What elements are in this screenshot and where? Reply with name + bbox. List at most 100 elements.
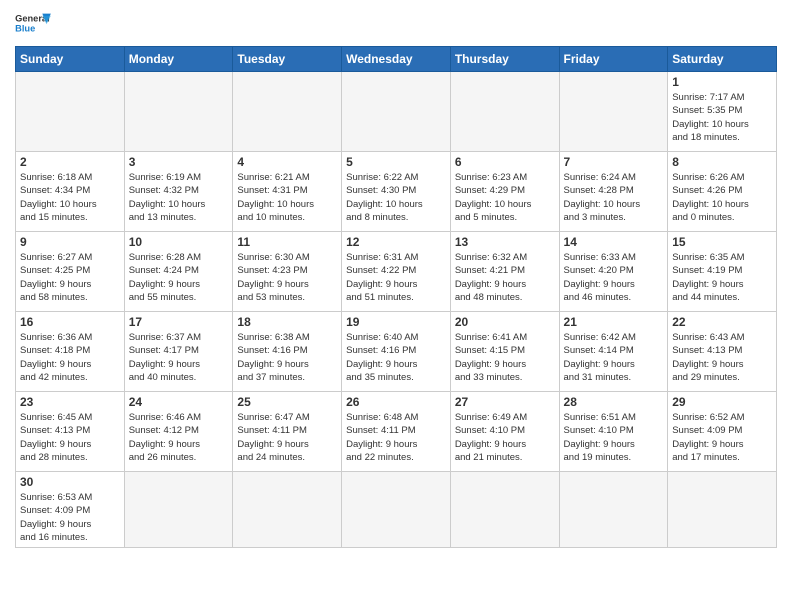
calendar-cell: 25 Sunrise: 6:47 AM Sunset: 4:11 PM Dayli…: [233, 392, 342, 472]
day-info: Sunrise: 6:52 AM Sunset: 4:09 PM Dayligh…: [672, 411, 772, 464]
calendar-week-1: 2Sunrise: 6:18 AM Sunset: 4:34 PM Daylig…: [16, 152, 777, 232]
day-number: 24: [129, 395, 229, 409]
calendar-cell: 4 Sunrise: 6:21 AM Sunset: 4:31 PM Daylig…: [233, 152, 342, 232]
calendar-cell: [16, 72, 125, 152]
col-header-sunday: Sunday: [16, 47, 125, 72]
day-number: 5: [346, 155, 446, 169]
calendar-cell: 29 Sunrise: 6:52 AM Sunset: 4:09 PM Dayli…: [668, 392, 777, 472]
calendar-cell: 24 Sunrise: 6:46 AM Sunset: 4:12 PM Dayli…: [124, 392, 233, 472]
generalblue-logo-icon: General Blue: [15, 10, 51, 40]
col-header-saturday: Saturday: [668, 47, 777, 72]
calendar-cell: 28 Sunrise: 6:51 AM Sunset: 4:10 PM Dayli…: [559, 392, 668, 472]
day-info: Sunrise: 6:45 AM Sunset: 4:13 PM Dayligh…: [20, 411, 120, 464]
col-header-tuesday: Tuesday: [233, 47, 342, 72]
day-number: 1: [672, 75, 772, 89]
calendar-week-2: 9Sunrise: 6:27 AM Sunset: 4:25 PM Daylig…: [16, 232, 777, 312]
col-header-monday: Monday: [124, 47, 233, 72]
day-number: 4: [237, 155, 337, 169]
day-info: Sunrise: 6:41 AM Sunset: 4:15 PM Dayligh…: [455, 331, 555, 384]
day-number: 12: [346, 235, 446, 249]
calendar-cell: 15Sunrise: 6:35 AM Sunset: 4:19 PM Dayli…: [668, 232, 777, 312]
calendar-week-4: 23 Sunrise: 6:45 AM Sunset: 4:13 PM Dayli…: [16, 392, 777, 472]
day-info: Sunrise: 6:42 AM Sunset: 4:14 PM Dayligh…: [564, 331, 664, 384]
calendar-cell: 8Sunrise: 6:26 AM Sunset: 4:26 PM Daylig…: [668, 152, 777, 232]
day-number: 23: [20, 395, 120, 409]
day-info: Sunrise: 6:48 AM Sunset: 4:11 PM Dayligh…: [346, 411, 446, 464]
calendar-cell: [233, 472, 342, 548]
day-number: 2: [20, 155, 120, 169]
day-number: 25: [237, 395, 337, 409]
header: General Blue: [15, 10, 777, 40]
calendar-cell: 18Sunrise: 6:38 AM Sunset: 4:16 PM Dayli…: [233, 312, 342, 392]
day-number: 28: [564, 395, 664, 409]
calendar-cell: 23 Sunrise: 6:45 AM Sunset: 4:13 PM Dayli…: [16, 392, 125, 472]
col-header-thursday: Thursday: [450, 47, 559, 72]
calendar-cell: 20Sunrise: 6:41 AM Sunset: 4:15 PM Dayli…: [450, 312, 559, 392]
calendar-cell: 16 Sunrise: 6:36 AM Sunset: 4:18 PM Dayli…: [16, 312, 125, 392]
calendar-cell: [342, 472, 451, 548]
day-info: Sunrise: 6:40 AM Sunset: 4:16 PM Dayligh…: [346, 331, 446, 384]
day-info: Sunrise: 6:30 AM Sunset: 4:23 PM Dayligh…: [237, 251, 337, 304]
day-info: Sunrise: 6:47 AM Sunset: 4:11 PM Dayligh…: [237, 411, 337, 464]
day-info: Sunrise: 6:36 AM Sunset: 4:18 PM Dayligh…: [20, 331, 120, 384]
day-number: 30: [20, 475, 120, 489]
day-info: Sunrise: 6:35 AM Sunset: 4:19 PM Dayligh…: [672, 251, 772, 304]
calendar-header-row: SundayMondayTuesdayWednesdayThursdayFrid…: [16, 47, 777, 72]
calendar-cell: [342, 72, 451, 152]
calendar-cell: 11 Sunrise: 6:30 AM Sunset: 4:23 PM Dayli…: [233, 232, 342, 312]
calendar-cell: 26 Sunrise: 6:48 AM Sunset: 4:11 PM Dayli…: [342, 392, 451, 472]
day-number: 10: [129, 235, 229, 249]
day-number: 11: [237, 235, 337, 249]
calendar-cell: [668, 472, 777, 548]
calendar-cell: 27 Sunrise: 6:49 AM Sunset: 4:10 PM Dayli…: [450, 392, 559, 472]
day-number: 29: [672, 395, 772, 409]
calendar-cell: 12 Sunrise: 6:31 AM Sunset: 4:22 PM Dayli…: [342, 232, 451, 312]
col-header-friday: Friday: [559, 47, 668, 72]
calendar-cell: [124, 72, 233, 152]
day-info: Sunrise: 6:21 AM Sunset: 4:31 PM Dayligh…: [237, 171, 337, 224]
page: General Blue SundayMondayTuesdayWednesda…: [0, 0, 792, 558]
day-number: 9: [20, 235, 120, 249]
calendar-cell: 13Sunrise: 6:32 AM Sunset: 4:21 PM Dayli…: [450, 232, 559, 312]
day-info: Sunrise: 6:22 AM Sunset: 4:30 PM Dayligh…: [346, 171, 446, 224]
logo: General Blue: [15, 10, 51, 40]
calendar-cell: 30 Sunrise: 6:53 AM Sunset: 4:09 PM Dayli…: [16, 472, 125, 548]
day-number: 7: [564, 155, 664, 169]
calendar-cell: 2Sunrise: 6:18 AM Sunset: 4:34 PM Daylig…: [16, 152, 125, 232]
calendar-cell: 17 Sunrise: 6:37 AM Sunset: 4:17 PM Dayli…: [124, 312, 233, 392]
calendar-cell: 21 Sunrise: 6:42 AM Sunset: 4:14 PM Dayli…: [559, 312, 668, 392]
day-info: Sunrise: 6:33 AM Sunset: 4:20 PM Dayligh…: [564, 251, 664, 304]
day-number: 19: [346, 315, 446, 329]
day-info: Sunrise: 6:32 AM Sunset: 4:21 PM Dayligh…: [455, 251, 555, 304]
calendar-cell: [450, 72, 559, 152]
calendar-cell: 10Sunrise: 6:28 AM Sunset: 4:24 PM Dayli…: [124, 232, 233, 312]
calendar-cell: 22Sunrise: 6:43 AM Sunset: 4:13 PM Dayli…: [668, 312, 777, 392]
day-info: Sunrise: 6:19 AM Sunset: 4:32 PM Dayligh…: [129, 171, 229, 224]
day-info: Sunrise: 6:49 AM Sunset: 4:10 PM Dayligh…: [455, 411, 555, 464]
day-number: 21: [564, 315, 664, 329]
day-info: Sunrise: 6:31 AM Sunset: 4:22 PM Dayligh…: [346, 251, 446, 304]
day-number: 16: [20, 315, 120, 329]
day-info: Sunrise: 6:23 AM Sunset: 4:29 PM Dayligh…: [455, 171, 555, 224]
day-number: 18: [237, 315, 337, 329]
day-info: Sunrise: 6:37 AM Sunset: 4:17 PM Dayligh…: [129, 331, 229, 384]
day-info: Sunrise: 6:43 AM Sunset: 4:13 PM Dayligh…: [672, 331, 772, 384]
day-number: 26: [346, 395, 446, 409]
day-number: 3: [129, 155, 229, 169]
calendar-cell: 1Sunrise: 7:17 AM Sunset: 5:35 PM Daylig…: [668, 72, 777, 152]
calendar-cell: [559, 72, 668, 152]
calendar-cell: 9Sunrise: 6:27 AM Sunset: 4:25 PM Daylig…: [16, 232, 125, 312]
calendar-table: SundayMondayTuesdayWednesdayThursdayFrid…: [15, 46, 777, 548]
calendar-cell: [233, 72, 342, 152]
day-number: 27: [455, 395, 555, 409]
day-number: 17: [129, 315, 229, 329]
day-info: Sunrise: 6:24 AM Sunset: 4:28 PM Dayligh…: [564, 171, 664, 224]
day-number: 14: [564, 235, 664, 249]
day-info: Sunrise: 6:46 AM Sunset: 4:12 PM Dayligh…: [129, 411, 229, 464]
day-info: Sunrise: 6:53 AM Sunset: 4:09 PM Dayligh…: [20, 491, 120, 544]
day-info: Sunrise: 6:51 AM Sunset: 4:10 PM Dayligh…: [564, 411, 664, 464]
calendar-week-0: 1Sunrise: 7:17 AM Sunset: 5:35 PM Daylig…: [16, 72, 777, 152]
calendar-cell: [124, 472, 233, 548]
calendar-cell: 5 Sunrise: 6:22 AM Sunset: 4:30 PM Daylig…: [342, 152, 451, 232]
calendar-week-5: 30 Sunrise: 6:53 AM Sunset: 4:09 PM Dayli…: [16, 472, 777, 548]
